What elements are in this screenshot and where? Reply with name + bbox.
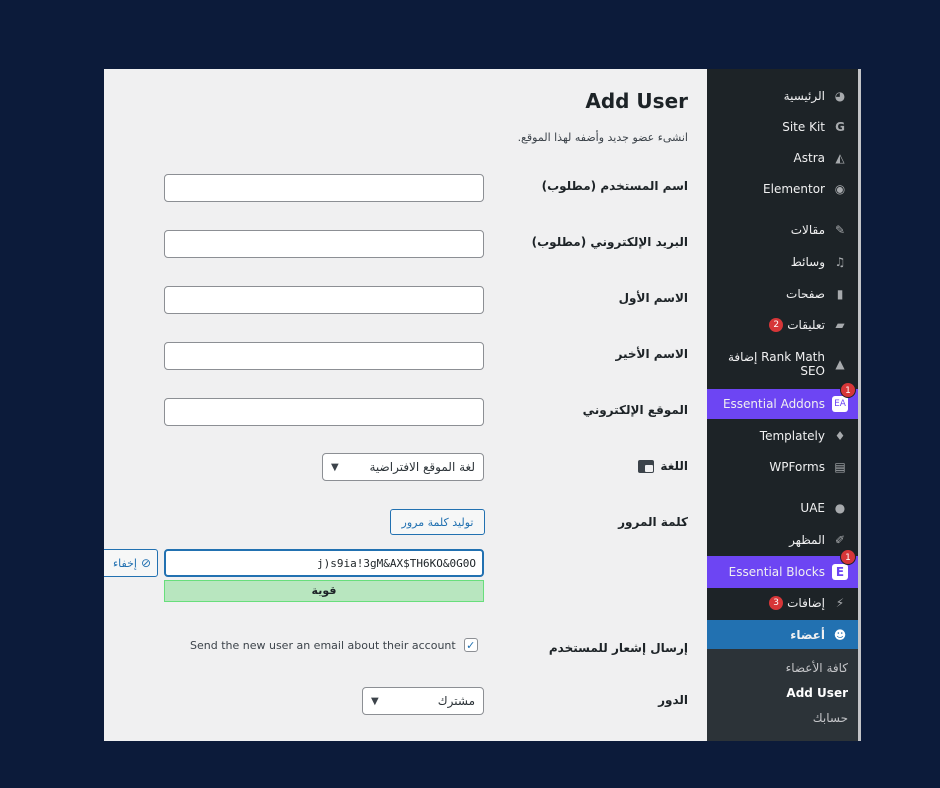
role-select-value: مشترك: [437, 694, 475, 708]
language-select[interactable]: لغة الموقع الافتراضية ▼: [322, 453, 484, 481]
email-label: البريد الإلكتروني (مطلوب): [531, 235, 688, 249]
password-field[interactable]: j)s9ia!3gM&AX$TH6KO&0G0O: [164, 549, 484, 577]
brush-icon: ✐: [834, 533, 846, 547]
notify-text: Send the new user an email about their a…: [190, 638, 456, 652]
essential-addons-badge: 1: [840, 382, 856, 398]
comments-count-badge: 2: [769, 318, 784, 332]
current-menu-arrow: [701, 627, 707, 639]
submenu-profile[interactable]: حسابك: [813, 711, 848, 725]
chevron-down-icon: ▼: [371, 695, 379, 707]
generate-password-button[interactable]: توليد كلمة مرور: [390, 509, 485, 535]
dashboard-icon: ◕: [834, 89, 846, 103]
elementor-icon: ◉: [834, 182, 846, 196]
sidebar-item-templately[interactable]: Templately ♦: [707, 423, 858, 449]
sidebar-item-astra[interactable]: Astra ◭: [707, 145, 858, 171]
astra-icon: ◭: [835, 151, 845, 165]
essential-blocks-badge: 1: [840, 549, 856, 565]
wp-admin-window: Add User انشىء عضو جديد وأضفه لهذا الموق…: [104, 69, 861, 741]
first-name-field[interactable]: [164, 286, 484, 314]
sidebar-item-dashboard[interactable]: الرئيسية ◕: [707, 83, 858, 109]
pin-icon: ✎: [834, 223, 846, 237]
notify-row: Send the new user an email about their a…: [190, 638, 478, 652]
admin-sidebar: الرئيسية ◕ Site Kit G Astra ◭ Elementor …: [701, 69, 858, 741]
last-name-field[interactable]: [164, 342, 484, 370]
translate-icon: [638, 459, 655, 473]
sidebar-item-rank-math[interactable]: إضافة Rank Math SEO ▲: [707, 347, 858, 381]
page-subtitle: انشىء عضو جديد وأضفه لهذا الموقع.: [517, 131, 688, 144]
plugin-icon: ⚡: [835, 596, 845, 610]
language-label-row: اللغة: [638, 459, 688, 473]
eye-slash-icon: ⊘: [140, 556, 151, 570]
sidebar-item-site-kit[interactable]: Site Kit G: [707, 114, 858, 140]
sidebar-item-comments[interactable]: 2 تعليقات ▰: [707, 312, 858, 338]
sidebar-item-posts[interactable]: مقالات ✎: [707, 217, 858, 243]
username-label: اسم المستخدم (مطلوب): [541, 179, 688, 193]
submenu-all-users[interactable]: كافة الأعضاء: [786, 661, 848, 675]
plugins-count-badge: 3: [769, 596, 784, 610]
eb-icon: E: [832, 564, 848, 580]
sidebar-item-essential-blocks[interactable]: 1 Essential Blocks E: [707, 549, 858, 588]
ea-icon: EA: [832, 396, 848, 412]
username-field[interactable]: [164, 174, 484, 202]
templately-icon: ♦: [834, 429, 846, 443]
role-select[interactable]: مشترك ▼: [362, 687, 484, 715]
sidebar-item-plugins[interactable]: 3 إضافات ⚡: [707, 590, 858, 616]
sidebar-item-users[interactable]: أعضاء ☻: [701, 620, 858, 649]
password-strength-meter: قوية: [164, 580, 484, 602]
notify-checkbox[interactable]: ✓: [463, 638, 478, 652]
last-name-label: الاسم الأخير: [615, 347, 689, 361]
sidebar-item-essential-addons[interactable]: 1 Essential Addons EA: [707, 382, 858, 419]
media-icon: ♫: [834, 255, 846, 269]
wpforms-icon: ▤: [834, 460, 846, 474]
chevron-down-icon: ▼: [331, 461, 339, 473]
email-field[interactable]: [164, 230, 484, 258]
password-label: كلمة المرور: [618, 515, 688, 529]
notify-label: إرسال إشعار للمستخدم: [548, 641, 688, 655]
comment-icon: ▰: [835, 318, 845, 332]
sidebar-item-appearance[interactable]: المظهر ✐: [707, 527, 858, 553]
hide-password-button[interactable]: إخفاء ⊘: [104, 549, 158, 577]
uae-icon: ●: [834, 501, 846, 515]
rank-math-icon: ▲: [835, 357, 845, 371]
role-label: الدور: [658, 693, 688, 707]
users-icon: ☻: [833, 627, 847, 642]
page-icon: ▮: [836, 287, 844, 301]
main-content: Add User انشىء عضو جديد وأضفه لهذا الموق…: [104, 69, 707, 741]
google-g-icon: G: [835, 120, 845, 134]
sidebar-item-uae[interactable]: UAE ●: [707, 495, 858, 521]
sidebar-item-elementor[interactable]: Elementor ◉: [707, 176, 858, 202]
users-submenu: كافة الأعضاء Add User حسابك: [707, 649, 858, 741]
website-field[interactable]: [164, 398, 484, 426]
website-label: الموقع الإلكتروني: [582, 403, 688, 417]
sidebar-item-wpforms[interactable]: WPForms ▤: [707, 454, 858, 480]
window-edge: [858, 69, 861, 741]
page-title: Add User: [585, 89, 688, 113]
language-label: اللغة: [660, 459, 688, 473]
sidebar-item-media[interactable]: وسائط ♫: [707, 249, 858, 275]
first-name-label: الاسم الأول: [618, 291, 688, 305]
hide-password-label: إخفاء: [112, 556, 137, 570]
submenu-add-user[interactable]: Add User: [786, 686, 848, 700]
sidebar-item-pages[interactable]: صفحات ▮: [707, 281, 858, 307]
language-select-value: لغة الموقع الافتراضية: [369, 460, 476, 474]
